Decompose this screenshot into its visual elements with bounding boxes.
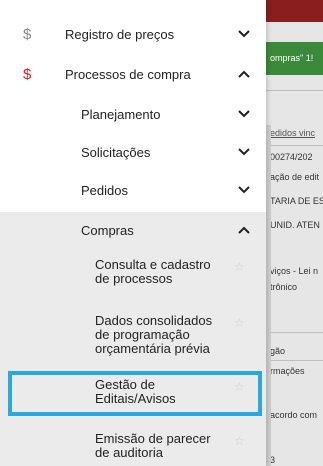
- menu-item-pedidos[interactable]: Pedidos: [0, 176, 266, 204]
- menu-item-label: Planejamento: [81, 106, 161, 122]
- background-row: gão: [270, 346, 286, 356]
- background-row: TARIA DE ES: [270, 196, 323, 206]
- background-row: acordo com: [270, 410, 318, 420]
- column-header[interactable]: edidos vinc: [270, 128, 315, 138]
- menu-item-label: Solicitações: [81, 144, 151, 160]
- menu-item-planejamento[interactable]: Planejamento: [0, 100, 266, 128]
- background-page: ompras" 1! edidos vinc 00274/202 ação de…: [266, 0, 323, 466]
- chevron-down-icon: [236, 106, 252, 122]
- menu-item-label: Registro de preços: [65, 26, 175, 42]
- top-bar: [266, 0, 323, 22]
- submenu-item-consulta-cadastro[interactable]: Consulta e cadastro de processos ☆: [0, 258, 266, 298]
- green-banner: ompras" 1!: [266, 42, 323, 75]
- submenu-item-dados-consolidados[interactable]: Dados consolidados de programação orçame…: [0, 314, 266, 362]
- background-row: rmações: [270, 366, 305, 376]
- dollar-icon: $: [23, 25, 32, 43]
- menu-item-label: Processos de compra: [65, 66, 191, 82]
- star-icon[interactable]: ☆: [234, 434, 245, 448]
- scrollbar[interactable]: [266, 125, 271, 466]
- divider: [266, 332, 323, 333]
- menu-item-registro-de-precos[interactable]: $ Registro de preços: [0, 20, 266, 48]
- divider: [266, 145, 323, 146]
- side-menu: $ Registro de preços $ Processos de comp…: [0, 0, 266, 466]
- menu-item-compras[interactable]: Compras: [0, 216, 266, 244]
- divider: [266, 360, 323, 361]
- background-row: ação de edit: [270, 172, 320, 182]
- background-row: trônico: [270, 282, 298, 292]
- chevron-down-icon: [236, 26, 252, 42]
- menu-item-label: Pedidos: [81, 182, 128, 198]
- chevron-up-icon: [236, 66, 252, 82]
- submenu-item-label: Dados consolidados de programação orçame…: [95, 313, 213, 356]
- chevron-up-icon: [236, 222, 252, 238]
- dollar-icon: $: [23, 65, 32, 83]
- submenu-item-label: Emissão de parecer de auditoria: [95, 431, 211, 460]
- chevron-down-icon: [236, 144, 252, 160]
- star-icon[interactable]: ☆: [234, 260, 245, 274]
- submenu-item-label: Consulta e cadastro de processos: [95, 257, 211, 286]
- background-row: 00274/202: [270, 152, 313, 162]
- menu-item-label: Compras: [81, 222, 134, 238]
- selection-highlight: [8, 371, 262, 416]
- background-row: UNID. ATEN: [270, 220, 320, 230]
- menu-item-solicitacoes[interactable]: Solicitações: [0, 138, 266, 166]
- menu-item-processos-de-compra[interactable]: $ Processos de compra: [0, 60, 266, 88]
- star-icon[interactable]: ☆: [234, 316, 245, 330]
- chevron-down-icon: [236, 182, 252, 198]
- submenu-item-emissao-parecer[interactable]: Emissão de parecer de auditoria ☆: [0, 432, 266, 464]
- background-row: viços - Lei n: [270, 266, 319, 276]
- divider: [266, 90, 323, 91]
